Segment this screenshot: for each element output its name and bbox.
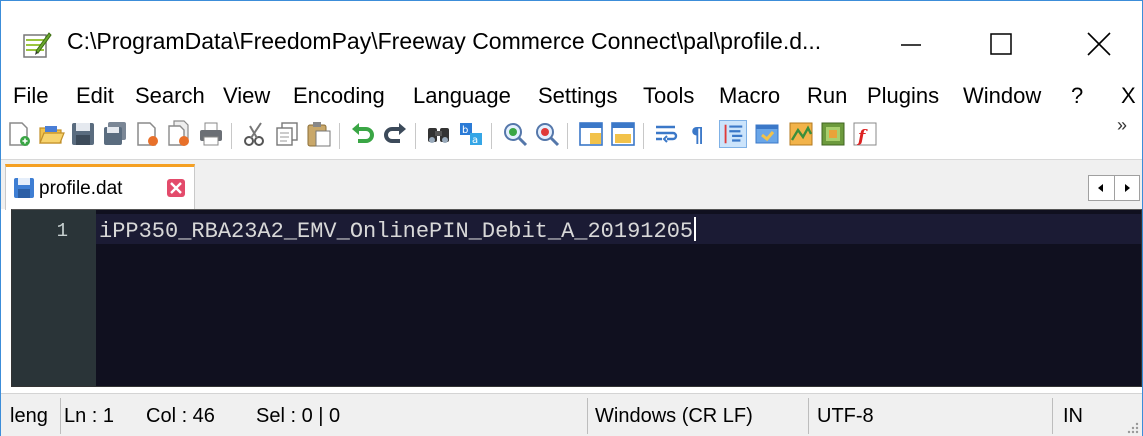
maximize-icon: [990, 33, 1012, 55]
indent-guide-icon[interactable]: [719, 120, 747, 148]
text-caret: [694, 217, 697, 241]
toolbar: ba ¶ f »: [1, 115, 1142, 157]
sync-vertical-icon[interactable]: [577, 120, 605, 148]
svg-text:a: a: [472, 135, 478, 146]
close-icon: [1087, 32, 1111, 56]
toolbar-separator: [415, 123, 416, 149]
status-divider: [587, 398, 588, 434]
line-number-gutter: 1: [12, 210, 96, 386]
title-bar[interactable]: C:\ProgramData\FreedomPay\Freeway Commer…: [1, 1, 1142, 81]
svg-text:¶: ¶: [691, 123, 704, 147]
tab-close-icon[interactable]: [166, 178, 186, 198]
redo-icon[interactable]: [381, 120, 409, 148]
status-insert-mode: IN: [1063, 404, 1083, 427]
tab-profile-dat[interactable]: profile.dat: [5, 164, 195, 210]
paste-icon[interactable]: [305, 120, 333, 148]
resize-grip-icon[interactable]: [1126, 421, 1140, 435]
tab-scroll-left-button[interactable]: [1089, 176, 1114, 200]
status-divider: [1052, 398, 1053, 434]
replace-icon[interactable]: ba: [457, 120, 485, 148]
menu-settings[interactable]: Settings: [538, 83, 618, 109]
close-file-icon[interactable]: [133, 120, 161, 148]
arrow-left-icon: [1098, 184, 1104, 192]
menu-search[interactable]: Search: [135, 83, 205, 109]
zoom-in-icon[interactable]: [501, 120, 529, 148]
menu-edit[interactable]: Edit: [76, 83, 114, 109]
sync-horizontal-icon[interactable]: [609, 120, 637, 148]
show-all-chars-icon[interactable]: ¶: [685, 120, 713, 148]
new-file-icon[interactable]: [5, 120, 33, 148]
zoom-out-icon[interactable]: [533, 120, 561, 148]
toolbar-separator: [567, 123, 568, 149]
toolbar-separator: [231, 123, 232, 149]
code-area[interactable]: iPP350_RBA23A2_EMV_OnlinePIN_Debit_A_201…: [96, 210, 1141, 386]
menu-plugins[interactable]: Plugins: [867, 83, 939, 109]
save-all-icon[interactable]: [101, 120, 129, 148]
status-line: Ln : 1: [64, 404, 115, 427]
toolbar-separator: [643, 123, 644, 149]
notepad-window: C:\ProgramData\FreedomPay\Freeway Commer…: [0, 0, 1143, 436]
menu-bar: File Edit Search View Encoding Language …: [1, 81, 1142, 115]
user-defined-language-icon[interactable]: [753, 120, 781, 148]
text-editor[interactable]: 1 iPP350_RBA23A2_EMV_OnlinePIN_Debit_A_2…: [11, 209, 1142, 387]
menu-file[interactable]: File: [13, 83, 48, 109]
saved-file-icon: [14, 178, 34, 198]
close-button[interactable]: [1069, 19, 1129, 69]
minimize-button[interactable]: [881, 19, 941, 69]
menu-run[interactable]: Run: [807, 83, 847, 109]
line-number: 1: [56, 220, 68, 242]
notepad-app-icon: [23, 32, 52, 58]
toolbar-separator: [339, 123, 340, 149]
word-wrap-icon[interactable]: [653, 120, 681, 148]
window-title: C:\ProgramData\FreedomPay\Freeway Commer…: [67, 28, 822, 54]
save-icon[interactable]: [69, 120, 97, 148]
tab-label: profile.dat: [39, 178, 123, 199]
menu-help[interactable]: ?: [1071, 83, 1083, 109]
svg-text:b: b: [462, 125, 468, 136]
status-bar: leng Ln : 1 Col : 46 Sel : 0 | 0 Windows…: [1, 393, 1142, 436]
status-eol: Windows (CR LF): [595, 404, 753, 427]
code-line-text: iPP350_RBA23A2_EMV_OnlinePIN_Debit_A_201…: [99, 219, 694, 244]
open-file-icon[interactable]: [37, 120, 65, 148]
document-map-icon[interactable]: [787, 120, 815, 148]
status-encoding: UTF-8: [817, 404, 874, 427]
cut-icon[interactable]: [241, 120, 269, 148]
menu-view[interactable]: View: [223, 83, 270, 109]
close-all-icon[interactable]: [165, 120, 193, 148]
status-column: Col : 46: [146, 404, 215, 427]
minimize-icon: [901, 44, 921, 46]
status-length: leng: [10, 404, 48, 427]
tab-scroll-right-button[interactable]: [1113, 176, 1139, 200]
menu-window[interactable]: Window: [963, 83, 1041, 109]
tab-bar: profile.dat: [1, 159, 1142, 210]
menu-macro[interactable]: Macro: [719, 83, 780, 109]
toolbar-separator: [491, 123, 492, 149]
copy-icon[interactable]: [273, 120, 301, 148]
find-icon[interactable]: [425, 120, 453, 148]
status-selection: Sel : 0 | 0: [256, 404, 341, 427]
function-list-icon[interactable]: [819, 120, 847, 148]
menu-close-doc[interactable]: X: [1121, 83, 1136, 109]
undo-icon[interactable]: [349, 120, 377, 148]
code-line[interactable]: iPP350_RBA23A2_EMV_OnlinePIN_Debit_A_201…: [99, 217, 697, 244]
menu-encoding[interactable]: Encoding: [293, 83, 385, 109]
maximize-button[interactable]: [971, 19, 1031, 69]
menu-language[interactable]: Language: [413, 83, 511, 109]
status-divider: [808, 398, 809, 434]
macro-record-icon[interactable]: f: [851, 120, 879, 148]
toolbar-overflow-icon[interactable]: »: [1117, 115, 1127, 136]
tab-scroll-buttons: [1088, 175, 1140, 201]
print-icon[interactable]: [197, 120, 225, 148]
status-divider: [60, 398, 61, 434]
arrow-right-icon: [1124, 184, 1130, 192]
menu-tools[interactable]: Tools: [643, 83, 694, 109]
